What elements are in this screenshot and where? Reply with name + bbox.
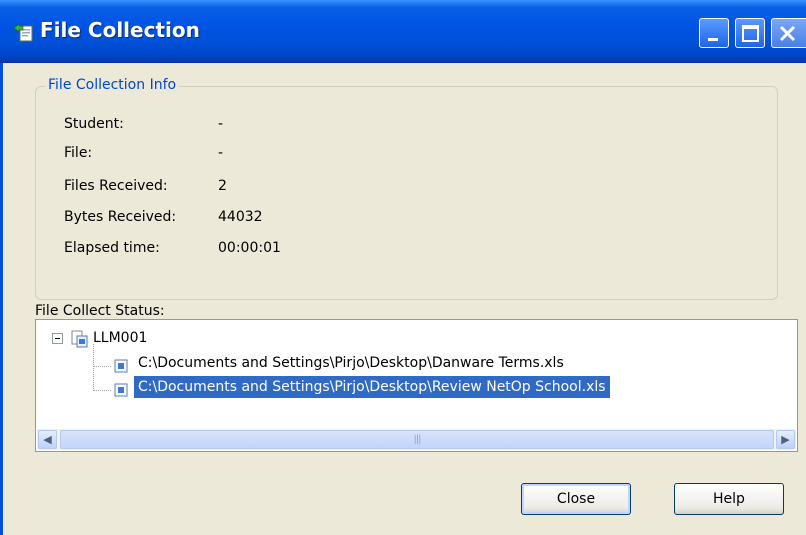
computer-node-icon <box>71 330 91 348</box>
help-button[interactable]: Help <box>674 483 784 515</box>
window-title: File Collection <box>40 18 200 42</box>
bytes-received-label: Bytes Received: <box>64 209 177 225</box>
bytes-received-value: 44032 <box>218 209 263 225</box>
files-received-value: 2 <box>218 178 227 194</box>
tree-item-file-selected[interactable]: C:\Documents and Settings\Pirjo\Desktop\… <box>134 376 610 398</box>
elapsed-time-label: Elapsed time: <box>64 240 160 256</box>
scroll-left-button[interactable]: ◀ <box>38 430 57 449</box>
scroll-thumb[interactable]: ||| <box>60 430 774 449</box>
file-collection-icon <box>12 20 36 44</box>
dialog-body: File Collection Info Student: - File: - … <box>0 63 806 535</box>
file-node-icon <box>114 383 128 397</box>
collapse-toggle-icon[interactable] <box>52 333 63 344</box>
close-window-button[interactable] <box>771 18 806 48</box>
title-bar[interactable]: File Collection <box>0 0 806 63</box>
file-collect-status-tree[interactable]: LLM001 C:\Documents and Settings\Pirjo\D… <box>35 319 798 452</box>
scroll-right-button[interactable]: ▶ <box>776 430 795 449</box>
tree-line <box>93 390 111 391</box>
minimize-button[interactable] <box>699 18 729 48</box>
file-value: - <box>218 145 224 161</box>
elapsed-time-value: 00:00:01 <box>218 240 281 256</box>
maximize-button[interactable] <box>735 18 765 48</box>
file-collect-status-label: File Collect Status: <box>35 303 165 319</box>
student-value: - <box>218 116 224 132</box>
file-label: File: <box>64 145 93 161</box>
group-label: File Collection Info <box>45 77 180 93</box>
close-button[interactable]: Close <box>521 483 631 515</box>
tree-item-file[interactable]: C:\Documents and Settings\Pirjo\Desktop\… <box>138 352 564 374</box>
tree-line <box>93 344 94 391</box>
tree-line <box>93 366 111 367</box>
files-received-label: Files Received: <box>64 178 168 194</box>
file-node-icon <box>114 359 128 373</box>
student-label: Student: <box>64 116 124 132</box>
tree-root-label[interactable]: LLM001 <box>93 327 147 349</box>
horizontal-scrollbar[interactable]: ◀ ||| ▶ <box>37 429 796 450</box>
